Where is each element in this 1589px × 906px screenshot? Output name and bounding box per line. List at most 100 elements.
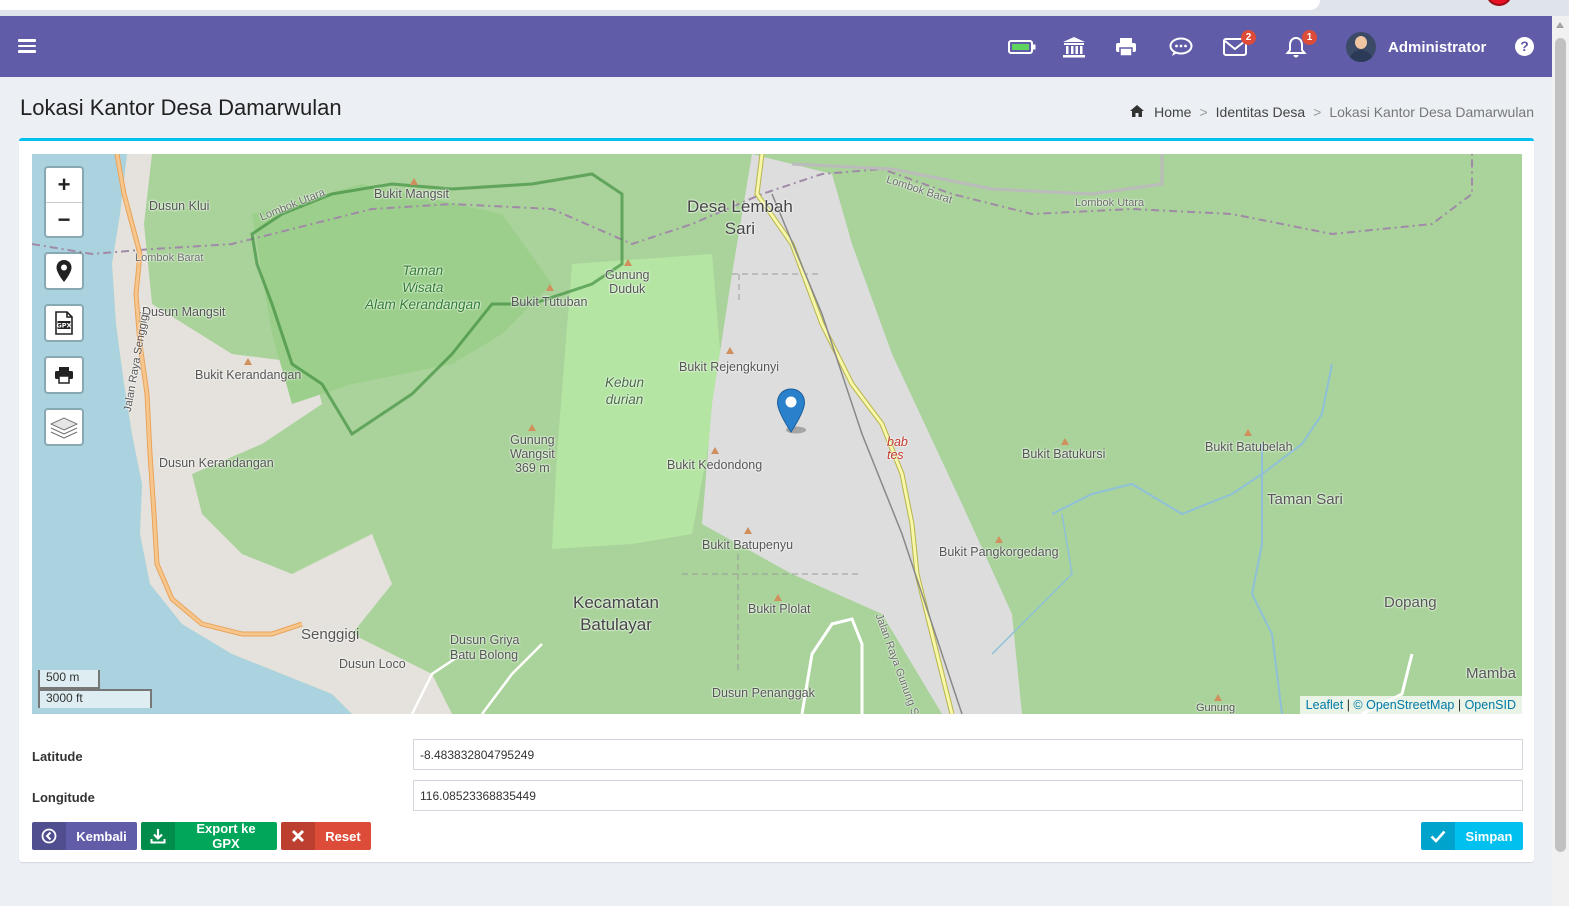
battery-icon[interactable] (1007, 32, 1037, 62)
browser-close-indicator (1486, 0, 1512, 6)
breadcrumb-home[interactable]: Home (1154, 104, 1191, 120)
layers-button[interactable] (46, 410, 82, 444)
map-label-kecamatan-batulayar: Kecamatan Batulayar (573, 593, 659, 634)
zoom-in-button[interactable]: + (46, 168, 82, 202)
map-label-bab-tes: bab tes (887, 435, 908, 462)
print-control (44, 356, 84, 394)
layers-control (44, 408, 84, 446)
window-edge (1569, 0, 1589, 906)
map-label-taman-wisata: Taman Wisata Alam Kerandangan (365, 263, 481, 312)
reset-button[interactable]: Reset (281, 822, 371, 850)
chat-icon[interactable] (1166, 32, 1196, 62)
zoom-out-button[interactable]: − (46, 202, 82, 236)
gpx-upload-button[interactable]: GPX (46, 306, 82, 340)
institution-icon[interactable] (1059, 32, 1089, 62)
map-label-dusun-klui: Dusun Klui (149, 199, 210, 213)
scroll-up-arrow-icon[interactable] (1556, 22, 1564, 28)
map-label-dusun-mangsit: Dusun Mangsit (142, 305, 226, 319)
reset-button-label: Reset (325, 828, 361, 844)
map-label-senggigi: Senggigi (301, 626, 360, 643)
check-icon (1421, 822, 1455, 850)
osm-link[interactable]: © OpenStreetMap (1353, 698, 1454, 712)
map-label-dusun-penanggak: Dusun Penanggak (712, 686, 815, 700)
map-label-bukit-mangsit: Bukit Mangsit (374, 187, 450, 201)
map-label-taman-sari: Taman Sari (1267, 491, 1343, 508)
breadcrumb-identitas-desa[interactable]: Identitas Desa (1216, 104, 1306, 120)
scale-metric: 500 m (38, 670, 100, 689)
scale-imperial: 3000 ft (38, 689, 152, 708)
svg-text:GPX: GPX (56, 322, 71, 330)
longitude-input[interactable] (413, 780, 1523, 811)
map-label-gunung-wangsit: Gunung Wangsit 369 m (510, 433, 555, 475)
export-gpx-button[interactable]: Export ke GPX (141, 822, 277, 850)
map-label-bukit-kedondong: Bukit Kedondong (667, 458, 763, 472)
back-button[interactable]: Kembali (32, 822, 137, 850)
map-view[interactable]: Desa Lembah Sari Dusun Klui Lombok Barat… (32, 154, 1522, 714)
gpx-file-icon: GPX (55, 311, 73, 335)
map-attribution: Leaflet | © OpenStreetMap | OpenSID (1299, 696, 1522, 714)
breadcrumb-separator: > (1199, 104, 1208, 120)
export-gpx-label: Export ke GPX (196, 822, 256, 850)
leaflet-link[interactable]: Leaflet (1306, 698, 1344, 712)
map-label-bukit-tutuban: Bukit Tutuban (511, 295, 588, 309)
locate-control (44, 252, 84, 290)
latitude-label: Latitude (32, 749, 83, 764)
map-print-button[interactable] (46, 358, 82, 392)
gpx-control: GPX (44, 304, 84, 342)
zoom-control: + − (44, 166, 84, 238)
map-label-kebun-durian: Kebun durian (605, 375, 645, 407)
map-label-gunung: Gunung (1196, 702, 1236, 714)
download-icon (141, 822, 175, 850)
map-label-dusun-griya: Dusun Griya Batu Bolong (450, 633, 520, 662)
map-label-mamba: Mamba (1466, 665, 1517, 682)
map-label-desa-lembah-sari: Desa Lembah Sari (687, 197, 793, 238)
map-label-dusun-loco: Dusun Loco (339, 657, 406, 671)
breadcrumb-separator: > (1313, 104, 1322, 120)
layers-icon (49, 417, 79, 439)
bell-icon[interactable]: 1 (1281, 30, 1317, 62)
user-menu[interactable]: Administrator (1346, 30, 1486, 64)
attribution-separator: | (1457, 698, 1462, 712)
map-label-bukit-batupenyu: Bukit Batupenyu (702, 538, 794, 552)
longitude-label: Longitude (32, 790, 95, 805)
save-button-label: Simpan (1465, 828, 1513, 844)
breadcrumb: Home > Identitas Desa > Lokasi Kantor De… (1130, 104, 1534, 120)
map-pin-icon (56, 260, 72, 282)
scrollbar-thumb[interactable] (1555, 38, 1566, 852)
locate-marker-button[interactable] (46, 254, 82, 288)
notification-badge: 1 (1302, 30, 1317, 45)
save-button[interactable]: Simpan (1421, 822, 1523, 850)
map-label-gunung-duduk: Gunung Duduk (605, 268, 650, 296)
printer-icon[interactable] (1111, 32, 1141, 62)
map-label-dopang: Dopang (1384, 594, 1437, 611)
browser-tab (0, 0, 1320, 10)
location-marker-icon[interactable] (776, 388, 806, 434)
map-label-dusun-kerandangan: Dusun Kerandangan (159, 456, 274, 470)
page-scrollbar[interactable] (1552, 16, 1569, 906)
map-label-bukit-rejengkunyi: Bukit Rejengkunyi (679, 360, 780, 374)
top-navbar: 2 1 Administrator ? (0, 16, 1552, 77)
printer-icon (55, 367, 73, 384)
avatar (1346, 32, 1376, 62)
map-label-bukit-plolat: Bukit Plolat (748, 602, 811, 616)
map-label-lombok-barat: Lombok Barat (135, 252, 204, 264)
help-icon[interactable]: ? (1515, 37, 1534, 56)
mail-icon[interactable]: 2 (1220, 30, 1256, 62)
latitude-input[interactable] (413, 739, 1523, 770)
browser-strip (0, 0, 1589, 16)
map-label-bukit-batukursi: Bukit Batukursi (1022, 447, 1106, 461)
menu-toggle-icon[interactable] (18, 36, 36, 56)
attribution-separator: | (1346, 698, 1350, 712)
map-label-bukit-kerandangan: Bukit Kerandangan (195, 368, 302, 382)
page-title: Lokasi Kantor Desa Damarwulan (20, 95, 342, 120)
opensid-link[interactable]: OpenSID (1465, 698, 1516, 712)
user-name: Administrator (1388, 38, 1487, 56)
map-label-lombok-utara-2: Lombok Utara (1075, 197, 1145, 209)
map-label-bukit-batubelah: Bukit Batubelah (1205, 440, 1293, 454)
breadcrumb-current: Lokasi Kantor Desa Damarwulan (1329, 104, 1534, 120)
map-label-bukit-pangkorgedang: Bukit Pangkorgedang (939, 545, 1059, 559)
arrow-circle-left-icon (32, 822, 66, 850)
home-icon (1130, 104, 1145, 120)
back-button-label: Kembali (76, 828, 127, 844)
mail-badge: 2 (1241, 30, 1256, 45)
